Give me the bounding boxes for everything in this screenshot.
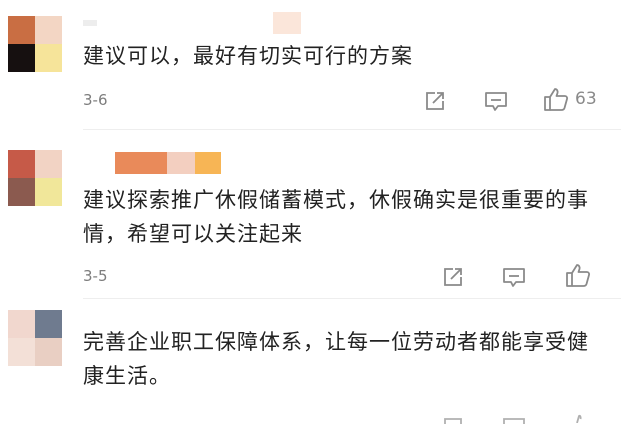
comment-text: 完善企业职工保障体系，让每一位劳动者都能享受健康生活。 [83, 330, 589, 388]
share-button[interactable] [442, 408, 464, 432]
comment-item: 建议可以，最好有切实可行的方案 3-6 63 [0, 0, 621, 130]
share-icon [444, 268, 462, 286]
comment-text: 建议探索推广休假储蓄模式，休假确实是很重要的事情，希望可以关注起来 [83, 188, 589, 246]
comment-text: 建议可以，最好有切实可行的方案 [83, 44, 413, 68]
username-redacted[interactable] [115, 152, 225, 174]
comment-date: 3-6 [83, 91, 108, 109]
share-icon [426, 92, 444, 110]
comments-panel: { "colors": { "text": "#222222", "meta":… [0, 0, 621, 424]
reply-button[interactable] [502, 408, 526, 432]
comment-icon [503, 268, 525, 287]
avatar[interactable] [8, 16, 62, 72]
avatar[interactable] [8, 310, 62, 366]
comment-item: 建议探索推广休假储蓄模式，休假确实是很重要的事情，希望可以关注起来 3-5 [0, 130, 621, 300]
like-button[interactable] [565, 263, 591, 287]
share-button[interactable] [424, 89, 446, 113]
comment-icon [485, 92, 507, 111]
like-icon [576, 414, 582, 423]
comment-icon [503, 418, 525, 424]
share-icon [444, 418, 462, 424]
like-icon [566, 264, 591, 287]
share-button[interactable] [442, 265, 464, 289]
like-count: 63 [575, 89, 597, 109]
like-icon [544, 88, 569, 111]
reply-button[interactable] [502, 265, 526, 289]
comment-date: 3-5 [83, 267, 108, 285]
reply-button[interactable] [484, 89, 508, 113]
username-redacted[interactable] [83, 12, 303, 34]
comment-item: 完善企业职工保障体系，让每一位劳动者都能享受健康生活。 [0, 300, 621, 424]
avatar[interactable] [8, 150, 62, 206]
like-button[interactable] [565, 406, 591, 430]
divider [83, 298, 621, 299]
like-button[interactable]: 63 [543, 87, 597, 111]
